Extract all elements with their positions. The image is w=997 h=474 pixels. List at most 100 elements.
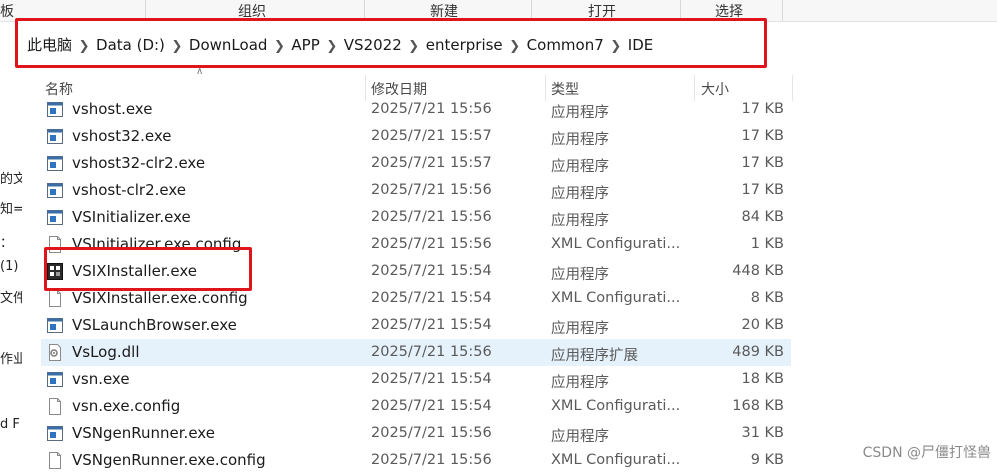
exe-window-icon (47, 209, 63, 226)
chevron-right-icon[interactable]: ❯ (402, 39, 426, 54)
file-type: 应用程序 (551, 321, 609, 337)
document-icon (47, 236, 63, 253)
file-name: VSLaunchBrowser.exe (72, 316, 237, 334)
ribbon-divider (145, 0, 146, 21)
file-name: VSInitializer.exe (72, 208, 191, 226)
nav-item[interactable]: ： (0, 232, 22, 251)
ribbon-divider (364, 0, 365, 21)
dll-gear-icon (47, 344, 63, 361)
vsix-installer-icon (47, 263, 63, 280)
nav-item[interactable]: 的文 (0, 168, 22, 187)
file-type: 应用程序 (551, 213, 609, 229)
file-name: VSIXInstaller.exe.config (72, 289, 248, 307)
exe-window-icon (47, 317, 63, 334)
ribbon-divider (680, 0, 681, 21)
file-type: 应用程序扩展 (551, 348, 638, 364)
file-size: 17 KB (741, 128, 784, 144)
nav-item[interactable]: d F (0, 417, 22, 432)
file-date: 2025/7/21 15:56 (371, 182, 492, 198)
file-row[interactable]: vshost-clr2.exe 2025/7/21 15:56 应用程序 17 KB (41, 177, 791, 204)
breadcrumb-download[interactable]: DownLoad (189, 36, 268, 54)
file-date: 2025/7/21 15:56 (371, 425, 492, 441)
file-type: 应用程序 (551, 186, 609, 202)
ribbon-group-new: 新建 (430, 4, 458, 20)
sort-ascending-icon: ∧ (196, 66, 204, 77)
file-date: 2025/7/21 15:57 (371, 155, 492, 171)
exe-window-icon (47, 128, 63, 145)
file-date: 2025/7/21 15:54 (371, 371, 492, 387)
exe-window-icon (47, 425, 63, 442)
breadcrumb-drive[interactable]: Data (D:) (96, 36, 165, 54)
file-type: 应用程序 (551, 132, 609, 148)
ribbon-group-labels: 板 组织 新建 打开 选择 (0, 0, 997, 22)
nav-item[interactable]: 文件夹 (0, 287, 22, 306)
file-size: 18 KB (741, 371, 784, 387)
file-date: 2025/7/21 15:54 (371, 263, 492, 279)
document-icon (47, 398, 63, 415)
ribbon-group-open: 打开 (588, 4, 616, 20)
file-size: 1 KB (750, 236, 784, 252)
chevron-right-icon[interactable]: ❯ (267, 39, 291, 54)
chevron-right-icon[interactable]: ❯ (165, 39, 189, 54)
file-size: 17 KB (741, 182, 784, 198)
file-date: 2025/7/21 15:56 (371, 344, 492, 360)
nav-item[interactable]: 作业 (0, 348, 22, 367)
file-type: XML Configurati... (551, 398, 681, 414)
file-size: 489 KB (732, 344, 784, 360)
nav-item[interactable]: (1) (0, 259, 22, 274)
nav-item[interactable]: 知= (0, 198, 22, 217)
document-icon (47, 452, 63, 469)
file-row[interactable]: vshost32.exe 2025/7/21 15:57 应用程序 17 KB (41, 123, 791, 150)
ribbon-divider (782, 0, 783, 21)
file-type: XML Configurati... (551, 236, 681, 252)
file-type: 应用程序 (551, 429, 609, 445)
navigation-pane: 的文 知= ： (1) 文件夹 作业 d F (0, 68, 24, 470)
file-size: 84 KB (741, 209, 784, 225)
chevron-right-icon[interactable]: ❯ (604, 39, 628, 54)
exe-window-icon (47, 155, 63, 172)
file-date: 2025/7/21 15:56 (371, 236, 492, 252)
file-row[interactable]: VSIXInstaller.exe 2025/7/21 15:54 应用程序 448 … (41, 258, 791, 285)
file-row[interactable]: VSInitializer.exe 2025/7/21 15:56 应用程序 84 K… (41, 204, 791, 231)
exe-window-icon (47, 371, 63, 388)
chevron-right-icon[interactable]: ❯ (320, 39, 344, 54)
file-type: 应用程序 (551, 159, 609, 175)
file-name: VSNgenRunner.exe.config (72, 451, 266, 469)
file-name: vshost32.exe (72, 127, 172, 145)
file-row[interactable]: VSLaunchBrowser.exe 2025/7/21 15:54 应用程序 20… (41, 312, 791, 339)
file-row[interactable]: VSNgenRunner.exe 2025/7/21 15:56 应用程序 31 KB (41, 420, 791, 447)
file-row[interactable]: vsn.exe.config 2025/7/21 15:54 XML Configu… (41, 393, 791, 420)
address-bar[interactable]: 此电脑 ❯ Data (D:) ❯ DownLoad ❯ APP ❯ VS2022 ❯ enterp… (17, 21, 767, 68)
breadcrumb-enterprise[interactable]: enterprise (426, 36, 503, 54)
document-icon (47, 290, 63, 307)
file-size: 8 KB (750, 290, 784, 306)
file-type: 应用程序 (551, 105, 609, 121)
file-date: 2025/7/21 15:57 (371, 128, 492, 144)
file-name: VSInitializer.exe.config (72, 235, 242, 253)
file-type: 应用程序 (551, 375, 609, 391)
chevron-right-icon[interactable]: ❯ (72, 39, 96, 54)
file-row[interactable]: VsLog.dll 2025/7/21 15:56 应用程序扩展 489 KB (41, 339, 791, 366)
file-size: 17 KB (741, 155, 784, 171)
breadcrumb-common7[interactable]: Common7 (527, 36, 604, 54)
column-divider[interactable] (792, 75, 793, 101)
watermark: CSDN @尸僵打怪兽 (862, 445, 991, 461)
breadcrumb: 此电脑 ❯ Data (D:) ❯ DownLoad ❯ APP ❯ VS2022 ❯ enterp… (27, 34, 653, 55)
file-row[interactable]: vshost.exe 2025/7/21 15:56 应用程序 17 KB (41, 96, 791, 123)
file-row[interactable]: VSInitializer.exe.config 2025/7/21 15:56 X… (41, 231, 791, 258)
ribbon-group-organize: 组织 (238, 4, 266, 20)
breadcrumb-ide[interactable]: IDE (628, 36, 653, 54)
file-size: 168 KB (732, 398, 784, 414)
file-row[interactable]: vsn.exe 2025/7/21 15:54 应用程序 18 KB (41, 366, 791, 393)
file-name: vshost.exe (72, 100, 153, 118)
file-date: 2025/7/21 15:54 (371, 290, 492, 306)
file-name: vshost-clr2.exe (72, 181, 186, 199)
breadcrumb-vs2022[interactable]: VS2022 (344, 36, 402, 54)
chevron-right-icon[interactable]: ❯ (503, 39, 527, 54)
file-size: 31 KB (741, 425, 784, 441)
breadcrumb-this-pc[interactable]: 此电脑 (27, 36, 72, 54)
file-row[interactable]: VSIXInstaller.exe.config 2025/7/21 15:54 X… (41, 285, 791, 312)
file-name: vsn.exe (72, 370, 130, 388)
file-row[interactable]: vshost32-clr2.exe 2025/7/21 15:57 应用程序 17 K… (41, 150, 791, 177)
breadcrumb-app[interactable]: APP (291, 36, 319, 54)
